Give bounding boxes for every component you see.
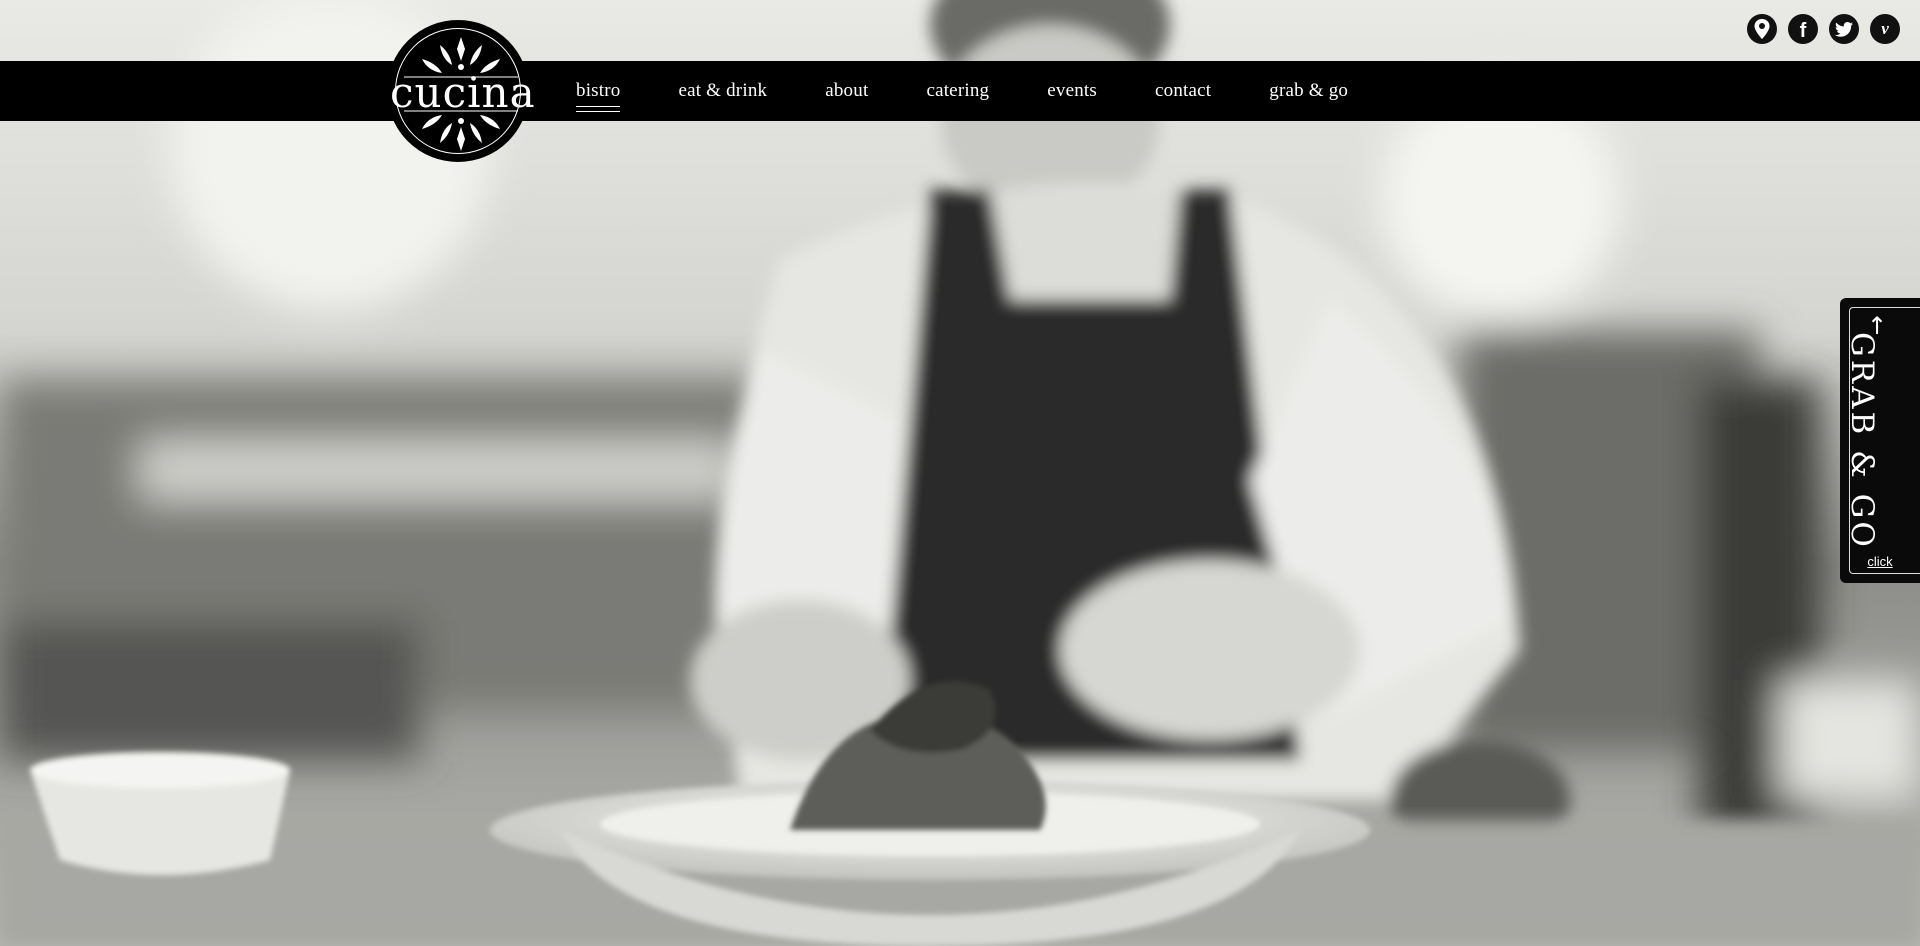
logo-text: cucina <box>390 68 536 117</box>
side-tab-label: GRAB & GO <box>1844 332 1880 550</box>
side-tab-click-link[interactable]: click <box>1840 554 1920 569</box>
hero-image <box>0 0 1920 946</box>
nav-item-events[interactable]: events <box>1047 80 1097 102</box>
nav-menu: bistro eat & drink about catering events… <box>576 61 1406 121</box>
nav-item-bistro[interactable]: bistro <box>576 80 621 112</box>
nav-item-about[interactable]: about <box>825 80 868 102</box>
main-navbar: bistro eat & drink about catering events… <box>0 61 1920 121</box>
nav-item-eat-drink[interactable]: eat & drink <box>678 80 767 102</box>
vimeo-icon[interactable]: v <box>1870 14 1900 44</box>
nav-item-grab-go[interactable]: grab & go <box>1269 80 1348 102</box>
nav-item-contact[interactable]: contact <box>1155 80 1211 102</box>
grab-and-go-tab[interactable]: ↑ GRAB & GO click <box>1840 298 1920 583</box>
location-icon[interactable] <box>1747 14 1777 44</box>
twitter-icon[interactable] <box>1829 14 1859 44</box>
facebook-icon[interactable]: f <box>1788 14 1818 44</box>
social-links: f v <box>1747 14 1900 44</box>
nav-item-catering[interactable]: catering <box>926 80 989 102</box>
brand-logo[interactable]: cucina <box>387 20 536 162</box>
